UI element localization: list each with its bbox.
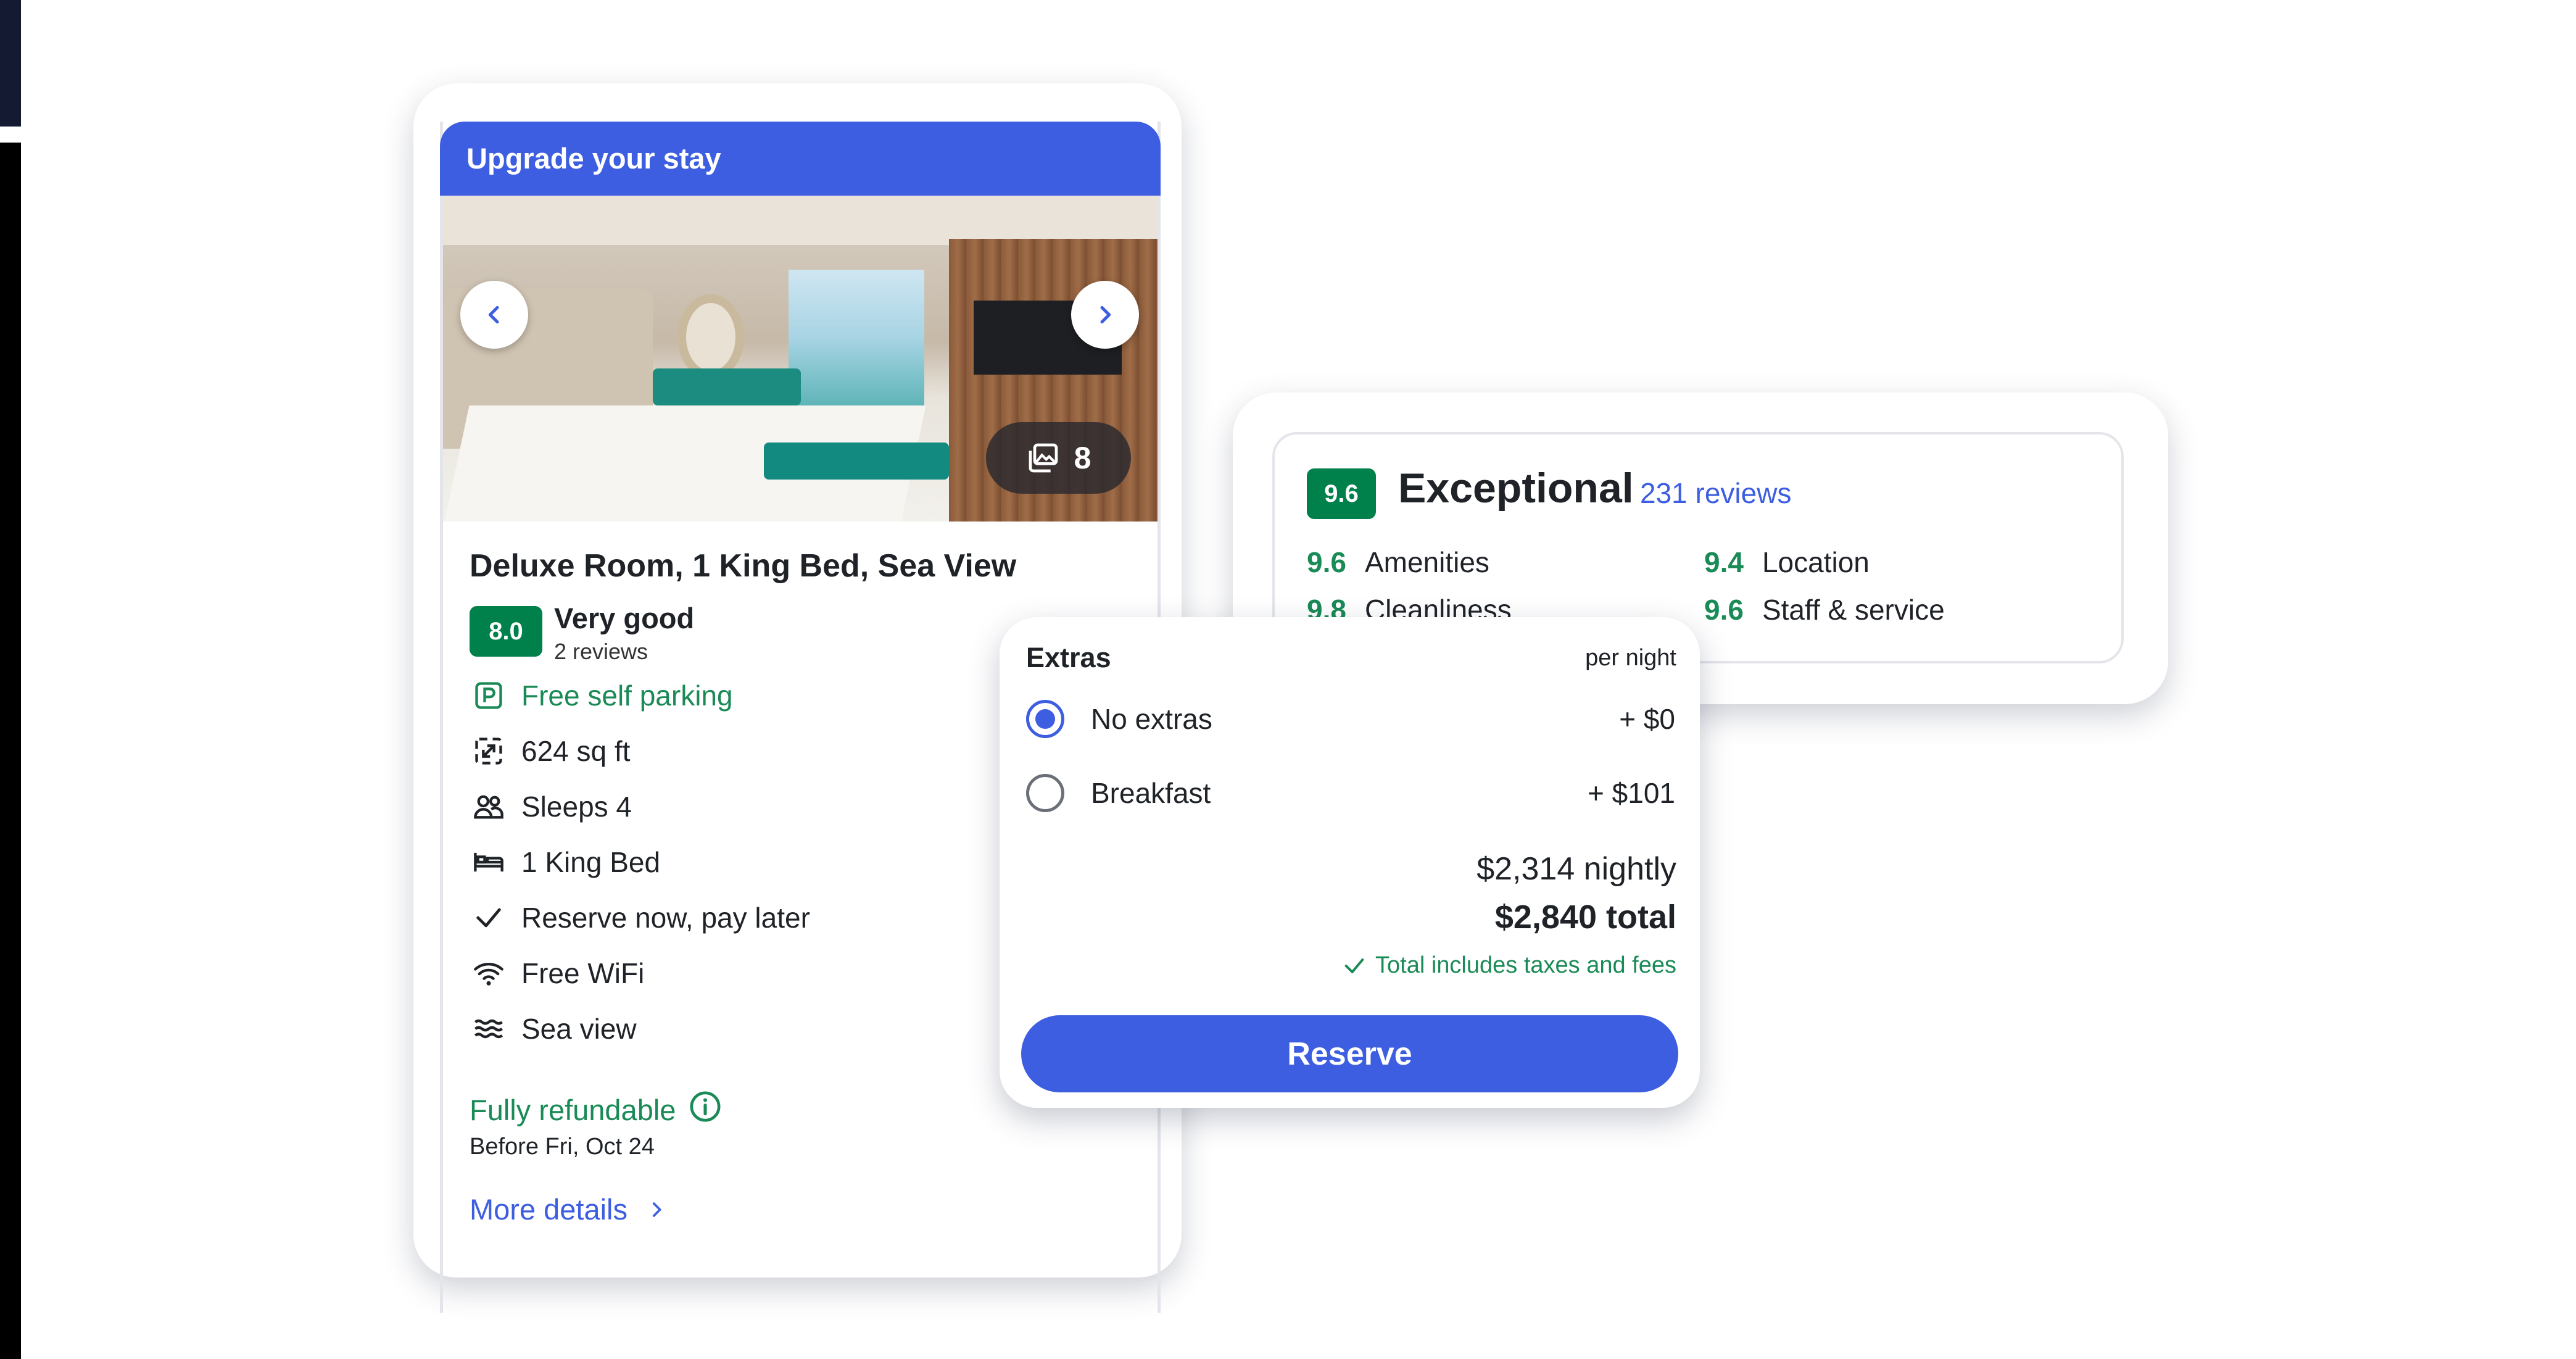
people-icon	[470, 788, 508, 826]
overall-score-label: Exceptional	[1398, 465, 1634, 512]
overall-score-badge: 9.6	[1307, 468, 1376, 519]
room-photo[interactable]: 8	[443, 196, 1158, 522]
amenity-bed: 1 King Bed	[470, 841, 660, 884]
more-details-link[interactable]: More details	[470, 1192, 667, 1226]
gallery-count-button[interactable]: 8	[986, 422, 1131, 494]
amenity-sleeps: Sleeps 4	[470, 785, 632, 828]
waves-icon	[470, 1010, 508, 1048]
gallery-icon	[1029, 443, 1058, 473]
radio-no-extras[interactable]	[1026, 700, 1064, 738]
next-photo-button[interactable]	[1071, 281, 1139, 349]
refund-policy: Fully refundable	[470, 1089, 723, 1131]
option-no-extras[interactable]: No extras + $0	[1026, 694, 1675, 744]
refund-label: Fully refundable	[470, 1094, 676, 1126]
expand-icon	[470, 732, 508, 770]
amenity-wifi: Free WiFi	[470, 952, 644, 995]
check-icon	[1344, 958, 1364, 973]
previous-photo-button[interactable]	[460, 281, 528, 349]
option-breakfast[interactable]: Breakfast + $101	[1026, 768, 1675, 818]
room-title: Deluxe Room, 1 King Bed, Sea View	[470, 548, 1017, 584]
amenity-parking: Free self parking	[470, 674, 733, 717]
subscore-location: 9.4 Location	[1704, 546, 1870, 578]
radio-breakfast[interactable]	[1026, 774, 1064, 812]
room-rating-badge: 8.0	[470, 606, 542, 657]
chevron-left-icon	[488, 305, 499, 324]
room-review-count[interactable]: 2 reviews	[554, 639, 648, 665]
reviews-link[interactable]: 231 reviews	[1640, 476, 1791, 510]
info-icon[interactable]	[688, 1089, 723, 1131]
room-rating-label: Very good	[554, 602, 695, 634]
extras-title: Extras	[1026, 642, 1111, 673]
total-price: $2,840 total	[1494, 899, 1676, 936]
chevron-right-icon	[1100, 305, 1111, 324]
reserve-button[interactable]: Reserve	[1021, 1015, 1678, 1092]
wifi-icon	[470, 954, 508, 992]
left-edge-panel	[0, 143, 21, 1359]
subscore-staff-service: 9.6 Staff & service	[1704, 594, 1945, 626]
taxes-note: Total includes taxes and fees	[1342, 952, 1676, 979]
gallery-count: 8	[1074, 441, 1091, 475]
upgrade-banner: Upgrade your stay	[440, 122, 1161, 196]
left-edge-bar	[0, 0, 21, 127]
subscore-amenities: 9.6 Amenities	[1307, 546, 1489, 578]
parking-icon	[470, 676, 508, 715]
bed-icon	[470, 843, 508, 881]
extras-unit: per night	[1585, 645, 1676, 671]
nightly-price: $2,314 nightly	[1476, 851, 1676, 887]
amenity-pay-later: Reserve now, pay later	[470, 896, 810, 939]
extras-card: Extras per night No extras + $0 Breakfas…	[1000, 617, 1700, 1108]
amenity-sea-view: Sea view	[470, 1007, 637, 1050]
check-icon	[470, 899, 508, 937]
amenity-size: 624 sq ft	[470, 729, 630, 773]
chevron-right-icon	[652, 1202, 661, 1217]
refund-deadline: Before Fri, Oct 24	[470, 1134, 655, 1160]
